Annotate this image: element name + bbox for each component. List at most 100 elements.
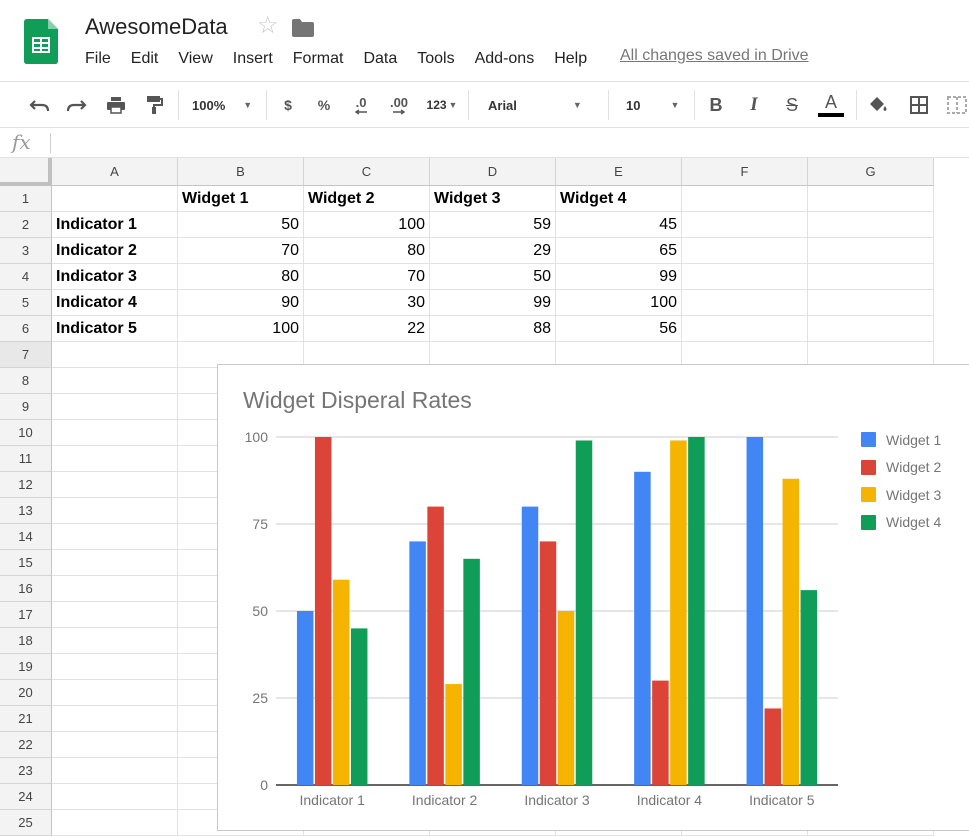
cell-c1[interactable]: Widget 2 [304,186,430,212]
strikethrough-button[interactable]: S [782,92,802,118]
legend-item[interactable]: Widget 4 [861,509,941,537]
folder-icon[interactable] [291,18,315,38]
cell-d5[interactable]: 99 [430,290,556,316]
cell-a4[interactable]: Indicator 3 [52,264,178,290]
borders-button[interactable] [908,92,930,118]
embedded-chart[interactable]: Widget Disperal Rates 0 25 50 75 100 Indicato… [217,364,969,831]
cell-e6[interactable]: 56 [556,316,682,342]
cell-a14[interactable] [52,524,178,550]
row-header-13[interactable]: 13 [0,498,52,524]
cell-g3[interactable] [808,238,934,264]
legend-item[interactable]: Widget 3 [861,481,941,509]
legend-item[interactable]: Widget 1 [861,426,941,454]
cell-a22[interactable] [52,732,178,758]
cell-g5[interactable] [808,290,934,316]
cell-a20[interactable] [52,680,178,706]
redo-button[interactable] [64,92,88,118]
menu-edit[interactable]: Edit [131,50,159,70]
print-button[interactable] [104,92,128,118]
menu-addons[interactable]: Add-ons [475,50,535,70]
cell-d3[interactable]: 29 [430,238,556,264]
column-header-g[interactable]: G [808,158,934,186]
row-header-18[interactable]: 18 [0,628,52,654]
menu-help[interactable]: Help [554,50,587,70]
cell-a12[interactable] [52,472,178,498]
column-header-e[interactable]: E [556,158,682,186]
row-header-4[interactable]: 4 [0,264,52,290]
cell-d2[interactable]: 59 [430,212,556,238]
row-header-19[interactable]: 19 [0,654,52,680]
italic-button[interactable]: I [744,92,764,118]
column-header-a[interactable]: A [52,158,178,186]
cell-a1[interactable] [52,186,178,212]
row-header-3[interactable]: 3 [0,238,52,264]
cell-a16[interactable] [52,576,178,602]
row-header-17[interactable]: 17 [0,602,52,628]
cell-b1[interactable]: Widget 1 [178,186,304,212]
cell-e5[interactable]: 100 [556,290,682,316]
fill-color-button[interactable] [868,92,890,118]
row-header-5[interactable]: 5 [0,290,52,316]
column-header-b[interactable]: B [178,158,304,186]
cell-a24[interactable] [52,784,178,810]
cell-b3[interactable]: 70 [178,238,304,264]
more-formats-button[interactable]: 123 ▼ [422,92,462,118]
cell-c2[interactable]: 100 [304,212,430,238]
row-header-8[interactable]: 8 [0,368,52,394]
row-header-2[interactable]: 2 [0,212,52,238]
bold-button[interactable]: B [706,92,726,118]
cell-a23[interactable] [52,758,178,784]
cell-a19[interactable] [52,654,178,680]
legend-item[interactable]: Widget 2 [861,454,941,482]
row-header-16[interactable]: 16 [0,576,52,602]
cell-f1[interactable] [682,186,808,212]
percent-format-button[interactable]: % [314,92,334,118]
cell-a17[interactable] [52,602,178,628]
save-status-link[interactable]: All changes saved in Drive [620,47,809,65]
cell-a2[interactable]: Indicator 1 [52,212,178,238]
row-header-20[interactable]: 20 [0,680,52,706]
cell-b5[interactable]: 90 [178,290,304,316]
cell-a21[interactable] [52,706,178,732]
cell-a9[interactable] [52,394,178,420]
document-title[interactable]: AwesomeData [85,14,228,40]
cell-e3[interactable]: 65 [556,238,682,264]
font-family-select[interactable]: Arial ▼ [488,92,592,118]
cell-f2[interactable] [682,212,808,238]
cell-d4[interactable]: 50 [430,264,556,290]
cell-c3[interactable]: 80 [304,238,430,264]
undo-button[interactable] [28,92,52,118]
cell-f4[interactable] [682,264,808,290]
menu-data[interactable]: Data [363,50,397,70]
row-header-7[interactable]: 7 [0,342,52,368]
paint-format-button[interactable] [142,92,166,118]
cell-g1[interactable] [808,186,934,212]
cell-a6[interactable]: Indicator 5 [52,316,178,342]
cell-b4[interactable]: 80 [178,264,304,290]
cell-g4[interactable] [808,264,934,290]
menu-insert[interactable]: Insert [233,50,273,70]
cell-e1[interactable]: Widget 4 [556,186,682,212]
cell-a13[interactable] [52,498,178,524]
column-header-d[interactable]: D [430,158,556,186]
cell-a3[interactable]: Indicator 2 [52,238,178,264]
cell-a25[interactable] [52,810,178,836]
cell-a11[interactable] [52,446,178,472]
cell-c5[interactable]: 30 [304,290,430,316]
formula-input[interactable] [58,134,958,152]
text-color-button[interactable]: A [818,92,844,118]
star-icon[interactable]: ☆ [257,14,279,38]
row-header-14[interactable]: 14 [0,524,52,550]
row-header-15[interactable]: 15 [0,550,52,576]
row-header-22[interactable]: 22 [0,732,52,758]
menu-format[interactable]: Format [293,50,344,70]
sheets-logo-icon[interactable] [24,19,58,64]
cell-a8[interactable] [52,368,178,394]
menu-tools[interactable]: Tools [417,50,454,70]
row-header-23[interactable]: 23 [0,758,52,784]
cell-a15[interactable] [52,550,178,576]
cell-f6[interactable] [682,316,808,342]
menu-file[interactable]: File [85,50,111,70]
cell-f5[interactable] [682,290,808,316]
cell-c4[interactable]: 70 [304,264,430,290]
